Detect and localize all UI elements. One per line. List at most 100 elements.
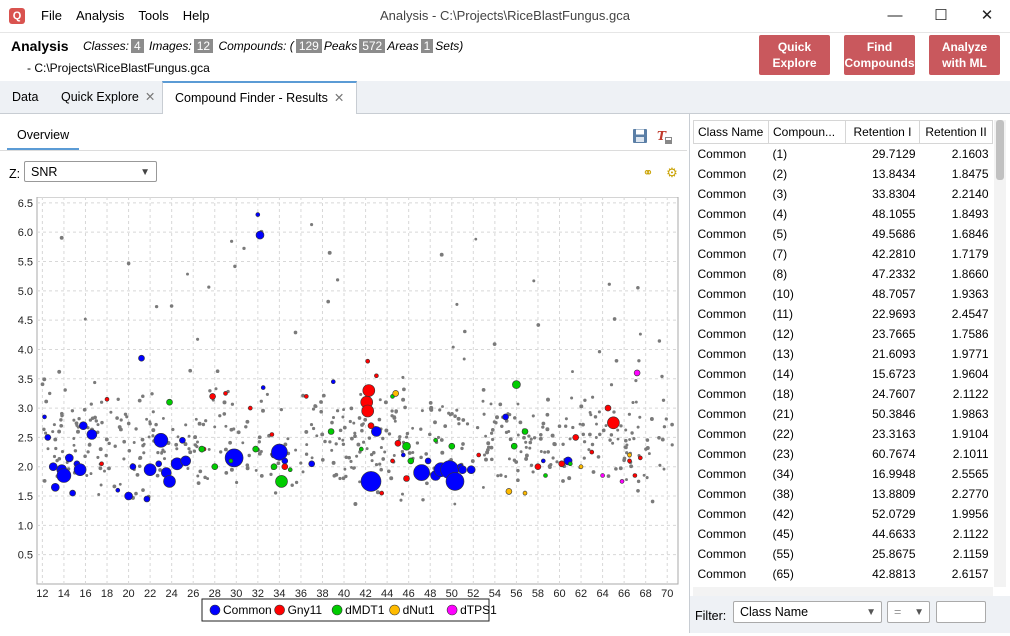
background-point: [551, 456, 555, 460]
table-row[interactable]: Common (8) 47.2332 1.8660: [694, 264, 993, 284]
background-point: [42, 479, 47, 483]
table-row[interactable]: Common (1) 29.7129 2.1603: [694, 144, 993, 165]
column-header[interactable]: Retention I: [845, 120, 920, 144]
background-point: [315, 434, 319, 438]
background-point: [402, 387, 406, 392]
background-point: [489, 431, 494, 435]
maximize-icon[interactable]: ☐: [918, 0, 964, 32]
table-row[interactable]: Common (55) 25.8675 2.1159: [694, 544, 993, 564]
background-point: [117, 425, 122, 429]
scrollbar-thumb[interactable]: [996, 120, 1004, 180]
data-point-gny11: [627, 458, 632, 464]
table-row[interactable]: Common (2) 13.8434 1.8475: [694, 164, 993, 184]
data-point-common: [330, 379, 336, 384]
y-tick-label: 5.0: [18, 286, 33, 298]
background-point: [259, 450, 263, 453]
background-point: [481, 388, 486, 392]
minimize-icon[interactable]: —: [872, 0, 918, 32]
column-header[interactable]: Retention II: [919, 120, 993, 144]
background-point: [436, 435, 441, 439]
images-count: 12: [193, 39, 214, 53]
tab-compound-finder-results[interactable]: Compound Finder - Results ✕: [162, 81, 358, 114]
background-point: [107, 441, 111, 446]
scatter-plot[interactable]: 12 14 16 18 20 22 24 26 28 30 32 34 36 38 40 42 44 46 48 50…: [7, 196, 680, 633]
menu-analysis[interactable]: Analysis: [69, 0, 131, 32]
quick-explore-button[interactable]: Quick Explore: [759, 35, 830, 75]
table-row[interactable]: Common (65) 42.8813 2.6157: [694, 564, 993, 584]
filter-operator-select[interactable]: = ▼: [887, 601, 930, 623]
filter-value-input[interactable]: [936, 601, 986, 623]
background-point: [320, 432, 325, 437]
data-point-common: [69, 489, 76, 497]
close-icon[interactable]: ✕: [964, 0, 1010, 32]
export-icon[interactable]: T: [656, 128, 674, 146]
close-tab-icon[interactable]: ✕: [145, 90, 155, 104]
data-point-gny11: [374, 373, 379, 379]
background-point: [541, 425, 545, 429]
menu-tools[interactable]: Tools: [131, 0, 175, 32]
table-row[interactable]: Common (23) 60.7674 2.1011: [694, 444, 993, 464]
settings-icon[interactable]: ⚙: [664, 165, 680, 181]
table-cell: (14): [772, 367, 794, 381]
background-point: [349, 436, 354, 441]
table-row[interactable]: Common (3) 33.8304 2.2140: [694, 184, 993, 204]
table-row[interactable]: Common (7) 42.2810 1.7179: [694, 244, 993, 264]
tab-quick-explore[interactable]: Quick Explore ✕: [49, 81, 167, 113]
table-row[interactable]: Common (4) 48.1055 1.8493: [694, 204, 993, 224]
table-row[interactable]: Common (10) 48.7057 1.9363: [694, 284, 993, 304]
y-tick-label: 2.5: [18, 432, 33, 444]
background-point: [482, 412, 486, 416]
find-compounds-button[interactable]: Find Compounds: [844, 35, 915, 75]
data-point-common: [155, 460, 162, 468]
background-point: [342, 408, 346, 412]
background-point: [567, 476, 572, 481]
background-point: [524, 453, 529, 458]
background-point: [353, 502, 358, 506]
background-point: [453, 414, 457, 418]
scatter-plot-svg[interactable]: 12 14 16 18 20 22 24 26 28 30 32 34 36 38 40 42 44 46 48 50…: [7, 196, 680, 633]
tab-overview[interactable]: Overview: [7, 122, 80, 150]
vertical-scrollbar[interactable]: [994, 120, 1006, 587]
column-header[interactable]: Class Name: [693, 120, 769, 144]
table-cell: (23): [772, 447, 794, 461]
menu-file[interactable]: File: [34, 0, 69, 32]
table-row[interactable]: Common (14) 15.6723 1.9604: [694, 364, 993, 384]
background-point: [135, 473, 140, 477]
background-point: [42, 377, 47, 382]
close-tab-icon[interactable]: ✕: [334, 91, 344, 105]
background-point: [72, 443, 76, 447]
table-row[interactable]: Common (38) 13.8809 2.2770: [694, 484, 993, 504]
background-point: [597, 350, 602, 354]
filter-field-select[interactable]: Class Name ▼: [733, 601, 882, 623]
background-point: [629, 464, 634, 469]
table-row[interactable]: Common (11) 22.9693 2.4547: [694, 304, 993, 324]
table-row[interactable]: Common (13) 21.6093 1.9771: [694, 344, 993, 364]
tab-data[interactable]: Data: [0, 81, 50, 113]
menu-help[interactable]: Help: [176, 0, 217, 32]
y-tick-label: 4.5: [18, 315, 33, 327]
data-point-dmdt1: [327, 428, 335, 435]
table-row[interactable]: Common (42) 52.0729 1.9956: [694, 504, 993, 524]
table-row[interactable]: Common (22) 23.3163 1.9104: [694, 424, 993, 444]
background-point: [276, 461, 281, 466]
background-point: [405, 435, 409, 439]
background-point: [658, 463, 662, 467]
table-cell: (55): [772, 547, 794, 561]
analyze-ml-button[interactable]: Analyze with ML: [929, 35, 1000, 75]
table-row[interactable]: Common (5) 49.5686 1.6846: [694, 224, 993, 244]
table-row[interactable]: Common (45) 44.6633 2.1122: [694, 524, 993, 544]
data-point-common: [138, 354, 145, 362]
table-cell: 2.1159: [952, 547, 989, 561]
column-header[interactable]: Compoun...: [768, 120, 846, 144]
save-icon[interactable]: [631, 128, 649, 146]
z-select[interactable]: SNR ▼: [24, 161, 157, 182]
background-point: [188, 450, 193, 455]
background-point: [660, 374, 664, 379]
link-icon[interactable]: ⚭: [640, 165, 656, 181]
table-row[interactable]: Common (34) 16.9948 2.5565: [694, 464, 993, 484]
background-point: [647, 452, 651, 456]
table-row[interactable]: Common (21) 50.3846 1.9863: [694, 404, 993, 424]
table-row[interactable]: Common (12) 23.7665 1.7586: [694, 324, 993, 344]
images-label: Images:: [149, 39, 192, 53]
table-row[interactable]: Common (18) 24.7607 2.1122: [694, 384, 993, 404]
